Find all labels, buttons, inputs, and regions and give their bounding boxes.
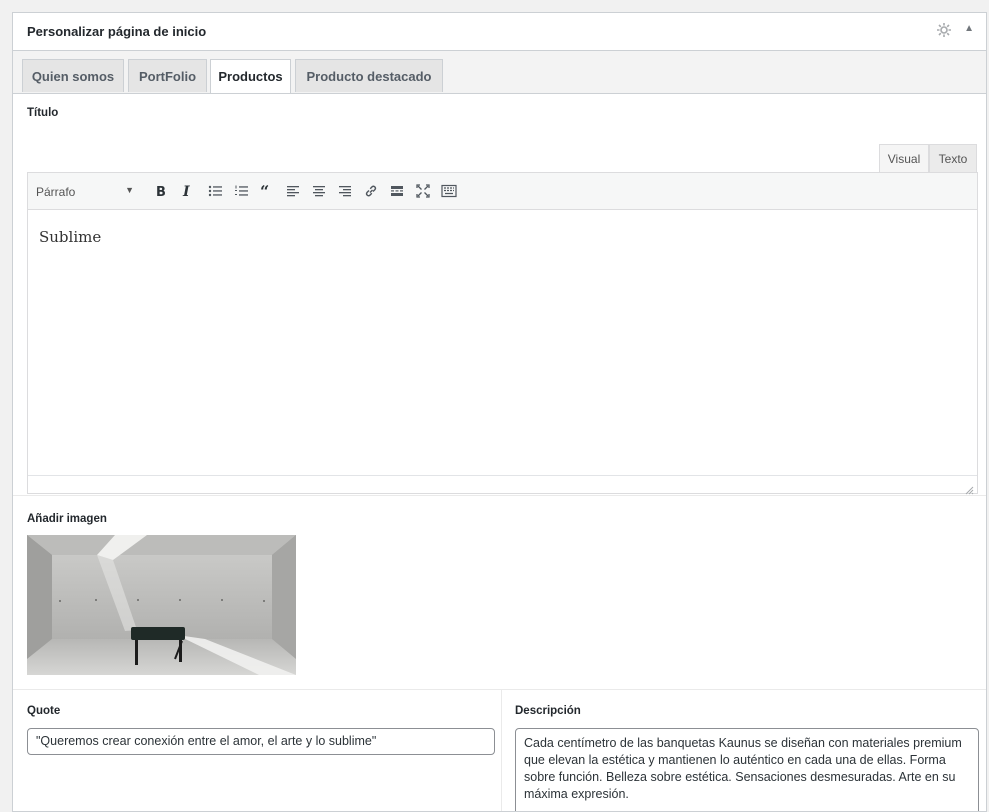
section-divider: [13, 689, 986, 690]
numbered-list-icon[interactable]: [232, 182, 250, 200]
format-select-value: Párrafo: [36, 185, 76, 199]
resize-handle-icon[interactable]: [965, 482, 974, 495]
read-more-icon[interactable]: [388, 182, 406, 200]
metabox-header: Personalizar página de inicio ▲: [13, 13, 986, 51]
tabs-bar: Quien somos PortFolio Productos Producto…: [13, 51, 986, 94]
blockquote-icon[interactable]: “: [258, 182, 276, 200]
tab-productos[interactable]: Productos: [210, 59, 291, 93]
editor-toolbar: Párrafo ▼ B I “: [28, 173, 977, 210]
gear-icon[interactable]: [936, 22, 952, 38]
triangle-up-icon[interactable]: ▲: [964, 23, 974, 34]
align-right-icon[interactable]: [336, 182, 354, 200]
titulo-label: Título: [27, 107, 59, 119]
titulo-editor-body[interactable]: Sublime: [28, 209, 977, 477]
bullet-list-icon[interactable]: [206, 182, 224, 200]
fullscreen-icon[interactable]: [414, 182, 432, 200]
imagen-label: Añadir imagen: [27, 513, 107, 525]
editor-statusbar: [28, 475, 977, 495]
titulo-content: Sublime: [39, 228, 102, 246]
tab-texto[interactable]: Texto: [929, 144, 977, 172]
tab-quien-somos[interactable]: Quien somos: [22, 59, 124, 92]
bold-icon[interactable]: B: [152, 182, 170, 200]
chevron-down-icon: ▼: [125, 185, 134, 195]
italic-icon[interactable]: I: [178, 182, 196, 200]
quote-input[interactable]: "Queremos crear conexión entre el amor, …: [27, 728, 495, 755]
svg-text:I: I: [182, 184, 190, 198]
metabox-personalizar-inicio: Personalizar página de inicio ▲ Quien so…: [12, 12, 987, 812]
tab-portfolio[interactable]: PortFolio: [128, 59, 207, 92]
section-divider: [13, 495, 986, 496]
titulo-editor: Párrafo ▼ B I “ Sublime: [27, 172, 978, 495]
link-icon[interactable]: [362, 182, 380, 200]
column-divider: [501, 690, 502, 811]
descripcion-textarea[interactable]: Cada centímetro de las banquetas Kaunus …: [515, 728, 979, 811]
tab-producto-destacado[interactable]: Producto destacado: [295, 59, 443, 92]
svg-text:“: “: [260, 184, 269, 198]
toolbar-toggle-icon[interactable]: [440, 182, 458, 200]
format-select[interactable]: Párrafo ▼: [36, 181, 138, 203]
align-center-icon[interactable]: [310, 182, 328, 200]
svg-text:B: B: [156, 185, 166, 198]
quote-label: Quote: [27, 705, 61, 717]
descripcion-label: Descripción: [515, 705, 581, 717]
tab-visual[interactable]: Visual: [879, 144, 929, 172]
metabox-title: Personalizar página de inicio: [27, 24, 207, 39]
align-left-icon[interactable]: [284, 182, 302, 200]
product-image[interactable]: [27, 535, 296, 675]
